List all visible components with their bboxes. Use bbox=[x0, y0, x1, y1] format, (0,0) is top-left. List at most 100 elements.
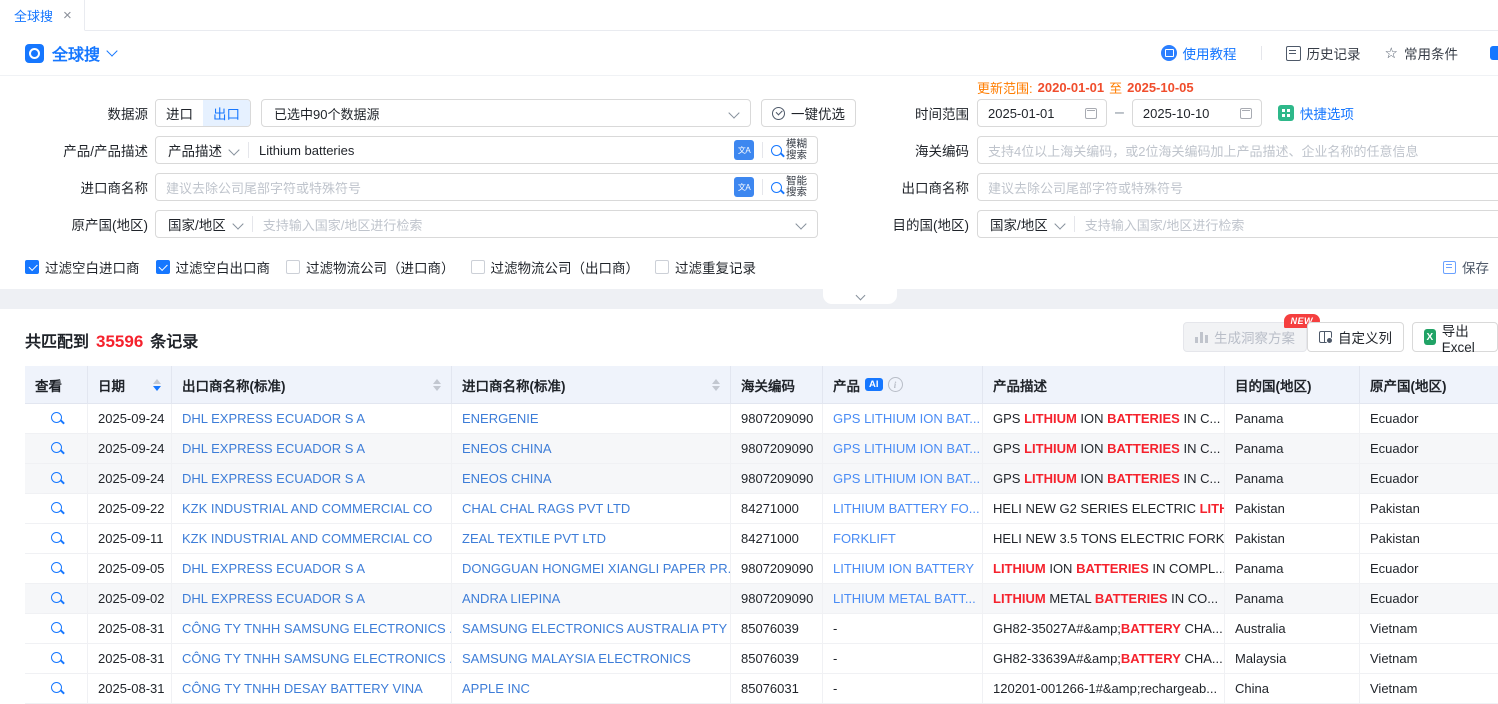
exporter-link[interactable]: DHL EXPRESS ECUADOR S A bbox=[182, 441, 365, 456]
view-detail-icon[interactable] bbox=[51, 622, 62, 633]
exporter-link[interactable]: KZK INDUSTRIAL AND COMMERCIAL CO bbox=[182, 531, 432, 546]
product-link[interactable]: FORKLIFT bbox=[833, 531, 896, 546]
destination-country-select[interactable]: 国家/地区 支持输入国家/地区进行检索 bbox=[977, 210, 1498, 238]
checkbox-unchecked-icon[interactable] bbox=[471, 260, 485, 274]
save-conditions-button[interactable]: 保存 bbox=[1443, 257, 1489, 277]
view-detail-icon[interactable] bbox=[51, 592, 62, 603]
column-header-exporter[interactable]: 出口商名称(标准) bbox=[172, 366, 452, 404]
exporter-link[interactable]: DHL EXPRESS ECUADOR S A bbox=[182, 411, 365, 426]
fuzzy-search-button[interactable]: 模糊搜索 bbox=[763, 139, 817, 161]
importer-name-input[interactable]: 建议去除公司尾部字符或特殊符号 文A 智能搜索 bbox=[155, 173, 818, 201]
importer-link[interactable]: DONGGUAN HONGMEI XIANGLI PAPER PR... bbox=[462, 561, 731, 576]
tab-global-search[interactable]: 全球搜 × bbox=[0, 0, 85, 31]
importer-link[interactable]: SAMSUNG MALAYSIA ELECTRONICS bbox=[462, 651, 691, 666]
filter-checkbox[interactable]: 过滤空白进口商 bbox=[25, 257, 140, 277]
one-click-optimize-button[interactable]: 一键优选 bbox=[761, 99, 856, 127]
product-link[interactable]: GPS LITHIUM ION BAT... bbox=[833, 411, 980, 426]
translate-icon[interactable]: 文A bbox=[734, 177, 754, 197]
data-source-select[interactable]: 已选中90个数据源 bbox=[261, 99, 751, 127]
sort-icons[interactable] bbox=[153, 379, 161, 391]
destination-mode-select[interactable]: 国家/地区 bbox=[978, 214, 1074, 234]
view-detail-icon[interactable] bbox=[51, 532, 62, 543]
generate-insight-button[interactable]: 生成洞察方案 NEW bbox=[1183, 322, 1307, 352]
favorites-link[interactable]: ☆ 常用条件 bbox=[1385, 43, 1458, 63]
product-link[interactable]: LITHIUM METAL BATT... bbox=[833, 591, 976, 606]
row-destination-cell: China bbox=[1225, 674, 1360, 704]
exporter-name-input[interactable]: 建议去除公司尾部字符或特殊符号 bbox=[977, 173, 1498, 201]
exporter-link[interactable]: CÔNG TY TNHH SAMSUNG ELECTRONICS ... bbox=[182, 651, 452, 666]
title-chevron-down-icon[interactable] bbox=[106, 45, 117, 56]
customize-columns-label: 自定义列 bbox=[1338, 327, 1392, 347]
importer-link[interactable]: ZEAL TEXTILE PVT LTD bbox=[462, 531, 606, 546]
exporter-link[interactable]: KZK INDUSTRIAL AND COMMERCIAL CO bbox=[182, 501, 432, 516]
product-link[interactable]: GPS LITHIUM ION BAT... bbox=[833, 441, 980, 456]
row-date-cell: 2025-08-31 bbox=[88, 614, 172, 644]
collapse-panel-handle[interactable] bbox=[823, 289, 897, 304]
customize-columns-button[interactable]: 自定义列 bbox=[1307, 322, 1404, 352]
view-detail-icon[interactable] bbox=[51, 682, 62, 693]
row-origin-cell: Pakistan bbox=[1360, 494, 1498, 524]
product-link[interactable]: GPS LITHIUM ION BAT... bbox=[833, 471, 980, 486]
sort-icons[interactable] bbox=[712, 379, 720, 391]
importer-link[interactable]: APPLE INC bbox=[462, 681, 530, 696]
row-product-cell: LITHIUM ION BATTERY bbox=[823, 554, 983, 584]
update-range-to: 2025-10-05 bbox=[1127, 80, 1194, 95]
importer-link[interactable]: ENEOS CHINA bbox=[462, 471, 552, 486]
filter-checkbox[interactable]: 过滤重复记录 bbox=[655, 257, 756, 277]
row-importer-cell: ENEOS CHINA bbox=[452, 464, 731, 494]
checkbox-checked-icon[interactable] bbox=[25, 260, 39, 274]
product-link[interactable]: LITHIUM ION BATTERY bbox=[833, 561, 974, 576]
checkbox-checked-icon[interactable] bbox=[156, 260, 170, 274]
product-mode-select[interactable]: 产品描述 bbox=[156, 140, 248, 160]
view-detail-icon[interactable] bbox=[51, 652, 62, 663]
filter-checkbox[interactable]: 过滤空白出口商 bbox=[156, 257, 271, 277]
history-link[interactable]: 历史记录 bbox=[1286, 43, 1361, 63]
view-detail-icon[interactable] bbox=[51, 412, 62, 423]
view-detail-icon[interactable] bbox=[51, 442, 62, 453]
product-input[interactable]: Lithium batteries bbox=[249, 143, 734, 158]
importer-link[interactable]: ANDRA LIEPINA bbox=[462, 591, 560, 606]
filter-checkbox[interactable]: 过滤物流公司（进口商） bbox=[286, 257, 455, 277]
importer-link[interactable]: ENERGENIE bbox=[462, 411, 539, 426]
sort-icons[interactable] bbox=[433, 379, 441, 391]
product-link[interactable]: LITHIUM BATTERY FO... bbox=[833, 501, 980, 516]
checkbox-unchecked-icon[interactable] bbox=[655, 260, 669, 274]
view-detail-icon[interactable] bbox=[51, 502, 62, 513]
column-header-date[interactable]: 日期 bbox=[88, 366, 172, 404]
table-row: 2025-09-24DHL EXPRESS ECUADOR S AENEOS C… bbox=[25, 434, 1498, 464]
table-row: 2025-09-11KZK INDUSTRIAL AND COMMERCIAL … bbox=[25, 524, 1498, 554]
column-header-importer[interactable]: 进口商名称(标准) bbox=[452, 366, 731, 404]
translate-icon[interactable]: 文A bbox=[734, 140, 754, 160]
origin-mode-select[interactable]: 国家/地区 bbox=[156, 214, 252, 234]
filter-checkbox[interactable]: 过滤物流公司（出口商） bbox=[471, 257, 640, 277]
view-detail-icon[interactable] bbox=[51, 472, 62, 483]
exporter-link[interactable]: CÔNG TY TNHH SAMSUNG ELECTRONICS ... bbox=[182, 621, 452, 636]
row-description-cell: GH82-33639A#&amp;BATTERY CHA... bbox=[983, 644, 1225, 674]
tab-close-icon[interactable]: × bbox=[63, 8, 72, 23]
column-header-product: 产品 AI i bbox=[823, 366, 983, 404]
exporter-link[interactable]: DHL EXPRESS ECUADOR S A bbox=[182, 561, 365, 576]
exporter-link[interactable]: CÔNG TY TNHH DESAY BATTERY VINA bbox=[182, 681, 423, 696]
importer-link[interactable]: ENEOS CHINA bbox=[462, 441, 552, 456]
hs-code-input[interactable]: 支持4位以上海关编码，或2位海关编码加上产品描述、企业名称的任意信息 bbox=[977, 136, 1498, 164]
tutorial-link[interactable]: 使用教程 bbox=[1161, 43, 1237, 63]
exporter-name-label: 出口商名称 bbox=[877, 177, 969, 197]
smart-search-button[interactable]: 智能搜索 bbox=[763, 176, 817, 198]
chevron-down-icon bbox=[232, 218, 243, 229]
view-detail-icon[interactable] bbox=[51, 562, 62, 573]
exporter-link[interactable]: DHL EXPRESS ECUADOR S A bbox=[182, 471, 365, 486]
quick-options-link[interactable]: 快捷选项 bbox=[1278, 103, 1354, 123]
export-toggle[interactable]: 出口 bbox=[203, 100, 250, 126]
export-excel-button[interactable]: X 导出Excel bbox=[1412, 322, 1498, 352]
checkbox-unchecked-icon[interactable] bbox=[286, 260, 300, 274]
end-date-input[interactable]: 2025-10-10 bbox=[1132, 99, 1262, 127]
info-icon[interactable]: i bbox=[888, 377, 903, 392]
import-toggle[interactable]: 进口 bbox=[156, 100, 203, 126]
importer-link[interactable]: SAMSUNG ELECTRONICS AUSTRALIA PTY bbox=[462, 621, 727, 636]
start-date-input[interactable]: 2025-01-01 bbox=[977, 99, 1107, 127]
clipped-edge-icon[interactable] bbox=[1490, 46, 1498, 60]
exporter-link[interactable]: DHL EXPRESS ECUADOR S A bbox=[182, 591, 365, 606]
importer-link[interactable]: CHAL CHAL RAGS PVT LTD bbox=[462, 501, 630, 516]
results-header: 共匹配到 35596 条记录 生成洞察方案 NEW 自定义列 X 导出Excel bbox=[0, 309, 1498, 366]
origin-country-select[interactable]: 国家/地区 支持输入国家/地区进行检索 bbox=[155, 210, 818, 238]
